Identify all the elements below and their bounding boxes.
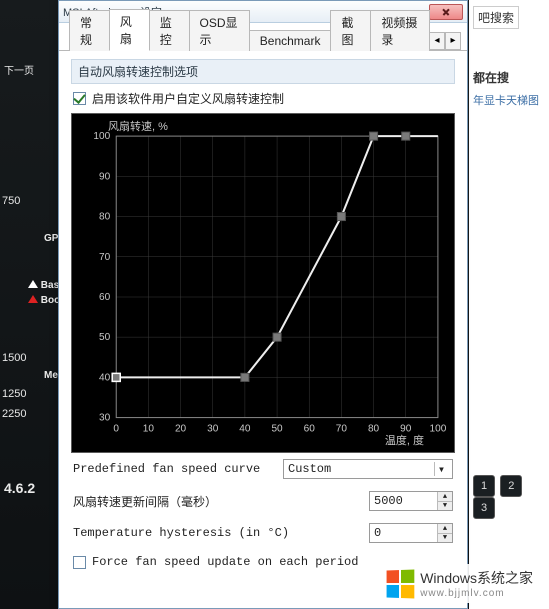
hysteresis-value: 0 <box>374 526 381 540</box>
chart-svg[interactable]: 010203040506070809010030405060708090100 <box>72 114 454 456</box>
update-period-label: 风扇转速更新间隔（毫秒） <box>73 493 361 510</box>
svg-text:40: 40 <box>239 424 251 435</box>
bg-pagination: 1 2 3 <box>473 475 549 519</box>
tab-strip: 常规 风扇 监控 OSD显示 Benchmark 截图 视频摄录 ◂ ▸ <box>59 23 467 51</box>
hysteresis-spinner[interactable]: 0 ▲▼ <box>369 523 453 543</box>
bg-gp: GP <box>44 233 58 244</box>
tab-general[interactable]: 常规 <box>69 10 110 51</box>
svg-text:90: 90 <box>99 171 111 182</box>
section-title: 自动风扇转速控制选项 <box>71 59 455 84</box>
bg-bas: Bas <box>41 280 59 291</box>
tab-video[interactable]: 视频摄录 <box>370 10 430 51</box>
tab-monitoring[interactable]: 监控 <box>149 10 190 51</box>
spinner-down-icon[interactable]: ▼ <box>438 533 452 542</box>
svg-text:20: 20 <box>175 424 187 435</box>
bg-tick: 1250 <box>2 388 26 400</box>
svg-text:50: 50 <box>271 424 283 435</box>
tab-scroll-right-icon[interactable]: ▸ <box>445 32 461 50</box>
chart-x-label: 温度, 度 <box>385 432 424 448</box>
svg-text:100: 100 <box>93 131 110 142</box>
bg-version: 4.6.2 <box>4 480 35 496</box>
bg-search-button[interactable]: 吧搜索 <box>473 6 519 29</box>
svg-text:0: 0 <box>113 424 119 435</box>
spinner-up-icon[interactable]: ▲ <box>438 524 452 533</box>
bg-tick: 1500 <box>2 352 26 364</box>
predefined-curve-combo[interactable]: Custom ▾ <box>283 459 453 479</box>
bg-page-2[interactable]: 2 <box>500 475 522 497</box>
svg-text:30: 30 <box>207 424 219 435</box>
force-update-checkbox[interactable] <box>73 556 86 569</box>
enable-custom-fan-checkbox[interactable] <box>73 92 86 105</box>
tab-content: 自动风扇转速控制选项 启用该软件用户自定义风扇转速控制 风扇转速, % 0102… <box>59 51 467 587</box>
svg-text:80: 80 <box>99 212 111 223</box>
predefined-curve-value: Custom <box>288 462 331 476</box>
svg-text:80: 80 <box>368 424 380 435</box>
bg-page-3[interactable]: 3 <box>473 497 495 519</box>
bg-me: Me <box>44 370 58 381</box>
tab-benchmark[interactable]: Benchmark <box>249 30 332 51</box>
windows-logo-icon <box>387 569 415 598</box>
watermark: Windows系统之家 www.bjjmlv.com <box>378 564 541 603</box>
bg-hot-label: 都在搜 <box>473 69 545 86</box>
watermark-title: Windows系统之家 <box>420 568 533 588</box>
svg-text:10: 10 <box>143 424 155 435</box>
update-period-spinner[interactable]: 5000 ▲▼ <box>369 491 453 511</box>
svg-text:50: 50 <box>99 332 111 343</box>
svg-text:60: 60 <box>99 292 111 303</box>
fan-curve-chart[interactable]: 风扇转速, % 01020304050607080901003040506070… <box>71 113 455 453</box>
svg-text:100: 100 <box>430 424 447 435</box>
chevron-down-icon[interactable]: ▾ <box>434 462 448 476</box>
predefined-curve-label: Predefined fan speed curve <box>73 462 275 476</box>
svg-text:70: 70 <box>336 424 348 435</box>
bg-tick: 2250 <box>2 408 26 420</box>
bg-hot-item[interactable]: 年显卡天梯图 <box>473 92 545 108</box>
tab-fan[interactable]: 风扇 <box>109 9 150 51</box>
tab-scroll-left-icon[interactable]: ◂ <box>429 32 445 50</box>
spinner-up-icon[interactable]: ▲ <box>438 492 452 501</box>
bg-tick: 750 <box>2 195 20 207</box>
update-period-value: 5000 <box>374 494 403 508</box>
enable-custom-fan-label: 启用该软件用户自定义风扇转速控制 <box>92 90 284 107</box>
spinner-down-icon[interactable]: ▼ <box>438 501 452 510</box>
svg-text:70: 70 <box>99 252 111 263</box>
hysteresis-label: Temperature hysteresis (in °C) <box>73 526 361 540</box>
background-sidebar: 吧搜索 都在搜 年显卡天梯图 32°F 1 2 3 <box>469 0 549 609</box>
svg-text:40: 40 <box>99 372 111 383</box>
settings-dialog: MSI Afterburner设定 常规 风扇 监控 OSD显示 Benchma… <box>58 0 468 609</box>
svg-text:60: 60 <box>304 424 316 435</box>
force-update-label: Force fan speed update on each period <box>92 555 358 569</box>
watermark-url: www.bjjmlv.com <box>420 588 533 599</box>
svg-text:30: 30 <box>99 413 111 424</box>
close-icon[interactable] <box>429 4 463 20</box>
tab-osd[interactable]: OSD显示 <box>189 10 250 51</box>
tab-screenshot[interactable]: 截图 <box>330 10 371 51</box>
bg-next-page[interactable]: 下一页 <box>4 62 34 77</box>
bg-page-1[interactable]: 1 <box>473 475 495 497</box>
